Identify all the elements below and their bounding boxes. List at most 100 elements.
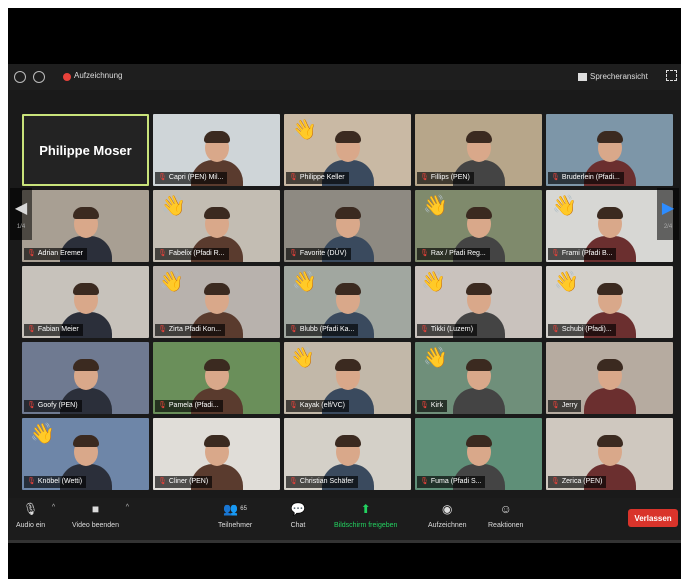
participant-video-tile[interactable]: 👋 🎙 Fabelix (Pfadi R... bbox=[153, 190, 280, 262]
previous-page-button[interactable]: ◀ 1/4 bbox=[10, 188, 32, 240]
participant-name: Pamela (Pfadi... bbox=[168, 402, 219, 409]
participant-name: Bruderlein (Pfadi... bbox=[561, 174, 620, 181]
microphone-muted-icon: 🎙 bbox=[27, 402, 36, 409]
participant-name: Fabian Meier bbox=[37, 326, 79, 333]
participant-video-tile[interactable]: 🎙 Fuma (Pfadi S... bbox=[415, 418, 542, 490]
participant-video-tile[interactable]: 🎙 Goofy (PEN) bbox=[22, 342, 149, 414]
participants-count: 65 bbox=[240, 506, 247, 512]
participant-video-tile[interactable]: 🎙 Jerry bbox=[546, 342, 673, 414]
participant-name-tag: 🎙 Blubb (Pfadi Ka... bbox=[286, 324, 359, 336]
microphone-muted-icon: 🎙 bbox=[289, 478, 298, 485]
microphone-muted-icon: 🎙 bbox=[551, 174, 560, 181]
leave-meeting-button[interactable]: Verlassen bbox=[628, 509, 678, 527]
participant-name: Rax / Pfadi Reg... bbox=[430, 250, 486, 257]
share-screen-button[interactable]: ⬆ Bildschirm freigeben bbox=[334, 502, 397, 529]
raised-hand-reaction-icon: 👋 bbox=[423, 195, 448, 217]
raised-hand-reaction-icon: 👋 bbox=[552, 195, 577, 217]
participant-video-tile[interactable]: 🎙 Cliner (PEN) bbox=[153, 418, 280, 490]
raised-hand-reaction-icon: 👋 bbox=[292, 119, 317, 141]
participants-button[interactable]: 👥 65 Teilnehmer bbox=[218, 502, 252, 529]
raised-hand-reaction-icon: 👋 bbox=[30, 423, 55, 445]
meeting-toolbar: 🎙 Audio ein ^ ■ Video beenden ^ 👥 65 Teil… bbox=[8, 498, 681, 540]
participant-name: Goofy (PEN) bbox=[37, 402, 78, 409]
participant-name-tag: 🎙 Capri (PEN) Mil... bbox=[155, 172, 228, 184]
participant-name-tag: 🎙 Bruderlein (Pfadi... bbox=[548, 172, 624, 184]
video-options-caret-icon[interactable]: ^ bbox=[126, 504, 129, 511]
participant-name-tag: 🎙 Tikki (Luzern) bbox=[417, 324, 478, 336]
participant-name: Tikki (Luzern) bbox=[430, 326, 474, 333]
microphone-muted-icon: 🎙 bbox=[289, 174, 298, 181]
speaker-view-button[interactable]: Sprecheransicht bbox=[574, 69, 652, 85]
participant-video-tile[interactable]: 🎙 Zerica (PEN) bbox=[546, 418, 673, 490]
chat-bubble-icon: 💬 bbox=[290, 502, 306, 516]
participant-video-tile[interactable]: 🎙 Capri (PEN) Mil... bbox=[153, 114, 280, 186]
raised-hand-reaction-icon: 👋 bbox=[423, 347, 448, 369]
participant-name-tag: 🎙 Knöbel (Wetti) bbox=[24, 476, 87, 488]
chevron-left-icon: ◀ bbox=[14, 200, 28, 217]
participant-video-tile[interactable]: 👋 🎙 Zirta Pfadi Kon... bbox=[153, 266, 280, 338]
participants-icon: 👥 65 bbox=[223, 502, 247, 516]
record-button[interactable]: ◉ Aufzeichnen bbox=[428, 502, 467, 529]
security-shield-icon[interactable] bbox=[33, 71, 45, 83]
participant-video-tile[interactable]: 👋 🎙 Kirk bbox=[415, 342, 542, 414]
participant-name: Favorite (DÜV) bbox=[299, 250, 347, 257]
participant-name-tag: 🎙 Favorite (DÜV) bbox=[286, 248, 351, 260]
share-label: Bildschirm freigeben bbox=[334, 522, 398, 529]
participant-video-tile[interactable]: 👋 🎙 Schubi (Pfadi)... bbox=[546, 266, 673, 338]
participant-name-tag: 🎙 Jerry bbox=[548, 400, 582, 412]
speaker-view-label: Sprecheransicht bbox=[590, 72, 648, 81]
reaction-smiley-icon: ☺ bbox=[499, 502, 512, 516]
participant-name: Capri (PEN) Mil... bbox=[168, 174, 224, 181]
reactions-label: Reaktionen bbox=[488, 522, 524, 529]
participant-video-tile[interactable]: 👋 🎙 Kayak (elf/VC) bbox=[284, 342, 411, 414]
participant-video-tile[interactable]: 👋 🎙 Rax / Pfadi Reg... bbox=[415, 190, 542, 262]
video-button[interactable]: ■ Video beenden ^ bbox=[72, 502, 129, 529]
microphone-muted-icon: 🎙 bbox=[420, 174, 429, 181]
participant-name-tag: 🎙 Zerica (PEN) bbox=[548, 476, 607, 488]
participant-video-tile[interactable]: 🎙 Favorite (DÜV) bbox=[284, 190, 411, 262]
participant-name-tag: 🎙 Frami (Pfadi B... bbox=[548, 248, 617, 260]
zoom-window: Aufzeichnung Sprecheransicht Philippe Mo… bbox=[8, 8, 681, 579]
microphone-muted-icon: 🎙 bbox=[420, 478, 429, 485]
audio-options-caret-icon[interactable]: ^ bbox=[52, 504, 55, 511]
microphone-muted-icon: 🎙 bbox=[420, 326, 429, 333]
participant-name-tag: 🎙 Goofy (PEN) bbox=[24, 400, 82, 412]
record-icon: ◉ bbox=[442, 502, 453, 516]
participant-name-tag: 🎙 Zirta Pfadi Kon... bbox=[155, 324, 226, 336]
participant-video-tile[interactable]: 🎙 Bruderlein (Pfadi... bbox=[546, 114, 673, 186]
audio-button[interactable]: 🎙 Audio ein ^ bbox=[16, 502, 55, 529]
participant-video-tile[interactable]: 👋 🎙 Philippe Keller bbox=[284, 114, 411, 186]
participant-name-tag: 🎙 Pamela (Pfadi... bbox=[155, 400, 223, 412]
raised-hand-reaction-icon: 👋 bbox=[159, 271, 184, 293]
participant-video-tile[interactable]: 🎙 Fabian Meier bbox=[22, 266, 149, 338]
chevron-right-icon: ▶ bbox=[661, 200, 675, 217]
participant-name: Philippe Moser bbox=[39, 142, 132, 158]
share-screen-icon: ⬆ bbox=[360, 502, 371, 516]
reactions-button[interactable]: ☺ Reaktionen bbox=[488, 502, 523, 529]
participant-name: Philippe Keller bbox=[299, 174, 345, 181]
participant-video-tile[interactable]: 👋 🎙 Blubb (Pfadi Ka... bbox=[284, 266, 411, 338]
participant-name: Jerry bbox=[561, 402, 578, 409]
info-icon[interactable] bbox=[14, 71, 26, 83]
participant-video-tile[interactable]: 🎙 Christian Schäfer bbox=[284, 418, 411, 490]
participant-video-tile[interactable]: 👋 🎙 Frami (Pfadi B... bbox=[546, 190, 673, 262]
next-page-button[interactable]: ▶ 2/4 bbox=[657, 188, 679, 240]
participant-video-tile[interactable]: 👋 🎙 Tikki (Luzern) bbox=[415, 266, 542, 338]
fullscreen-icon[interactable] bbox=[666, 70, 677, 81]
active-speaker-tile[interactable]: Philippe Moser bbox=[22, 114, 149, 186]
participant-video-tile[interactable]: 🎙 Adrian Eremer bbox=[22, 190, 149, 262]
raised-hand-reaction-icon: 👋 bbox=[292, 271, 317, 293]
participant-video-tile[interactable]: 👋 🎙 Knöbel (Wetti) bbox=[22, 418, 149, 490]
participant-name-tag: 🎙 Rax / Pfadi Reg... bbox=[417, 248, 490, 260]
participant-video-tile[interactable]: 🎙 Fillips (PEN) bbox=[415, 114, 542, 186]
participant-video-tile[interactable]: 🎙 Pamela (Pfadi... bbox=[153, 342, 280, 414]
microphone-muted-icon: 🎙 bbox=[158, 402, 167, 409]
participant-name: Christian Schäfer bbox=[299, 478, 354, 485]
participant-name: Frami (Pfadi B... bbox=[561, 250, 613, 257]
participant-name: Zirta Pfadi Kon... bbox=[168, 326, 222, 333]
participant-name-tag: 🎙 Fuma (Pfadi S... bbox=[417, 476, 486, 488]
participant-name: Knöbel (Wetti) bbox=[37, 478, 83, 485]
chat-button[interactable]: 💬 Chat bbox=[290, 502, 306, 529]
meeting-top-bar: Aufzeichnung Sprecheransicht bbox=[8, 64, 681, 90]
participant-name: Blubb (Pfadi Ka... bbox=[299, 326, 355, 333]
